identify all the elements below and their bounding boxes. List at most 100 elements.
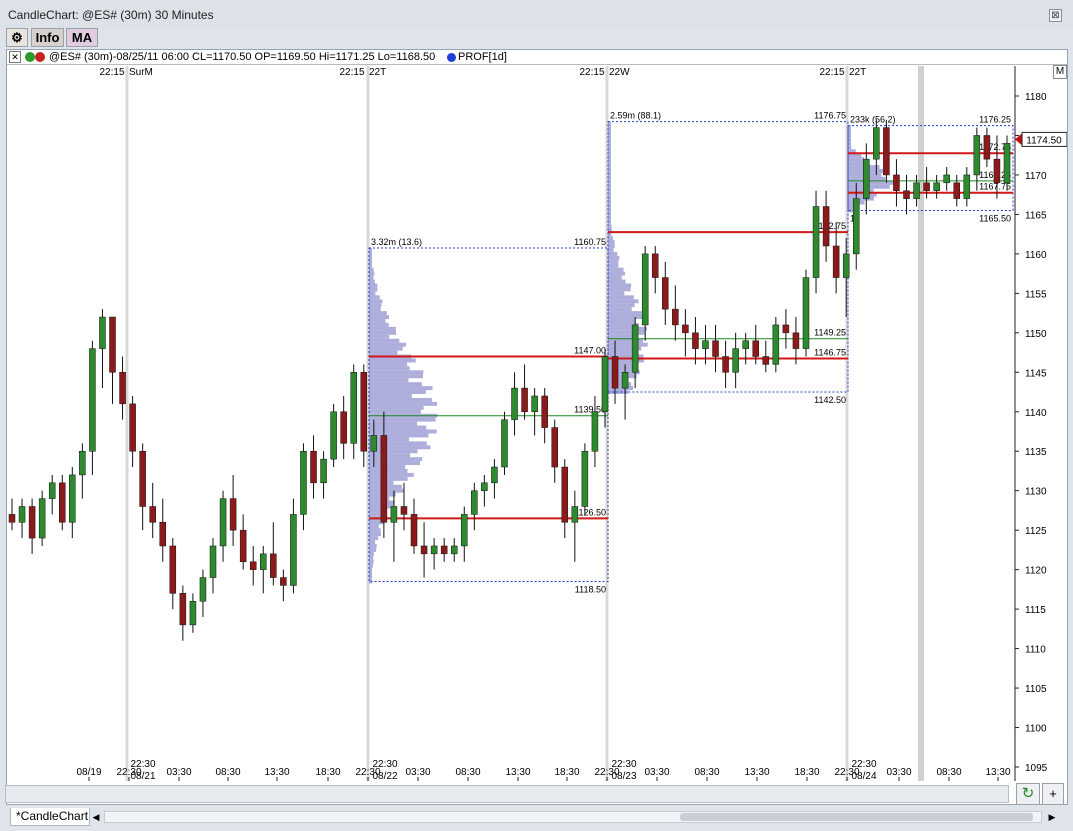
profile-bar [369, 287, 378, 292]
profile-bar [369, 358, 416, 363]
horizontal-scrollbar[interactable] [104, 811, 1042, 823]
profile-bar [369, 275, 374, 280]
candle-down [109, 316, 116, 373]
profile-bar [608, 334, 634, 339]
profile-bar [369, 299, 383, 304]
profile-bar [608, 326, 647, 331]
x-tick-label: 08/19 [76, 767, 101, 778]
candle-up [79, 450, 86, 476]
candle-down [983, 135, 991, 160]
profile-bar [369, 559, 374, 564]
profile-bar [369, 283, 378, 288]
candle-up [581, 450, 589, 507]
x-tick-label: 03:30 [886, 767, 911, 778]
profile-bar [369, 271, 375, 276]
session-time-label: 22:15 [579, 67, 604, 78]
candle-up [943, 174, 950, 184]
candle-up [430, 545, 438, 555]
profile-bar [369, 374, 423, 379]
x-tick-label: 13:30 [744, 767, 769, 778]
info-button[interactable]: Info [31, 28, 64, 47]
profile-bar [608, 291, 625, 296]
profile-bar [369, 390, 426, 395]
profile-poc-label: 1139.50 [574, 405, 606, 415]
profile-bar [608, 267, 624, 272]
candlestick-chart[interactable]: 1180117511701165116011551150114511401135… [7, 50, 1067, 783]
tab-bar: *CandleChart ◀ ▶ [0, 806, 1073, 831]
scroll-right-icon[interactable]: ▶ [1046, 810, 1058, 824]
profile-bar [608, 251, 618, 256]
settings-icon[interactable]: ⚙ [6, 28, 28, 47]
y-tick-label: 1115 [1025, 605, 1046, 616]
candle-down [169, 545, 177, 594]
candle-up [260, 553, 267, 570]
candle-up [742, 340, 749, 349]
profile-bar [608, 307, 632, 312]
candle-down [651, 253, 659, 278]
candle-down [179, 593, 187, 626]
scroll-left-icon[interactable]: ◀ [90, 810, 102, 824]
chart-navigator[interactable] [5, 785, 1009, 803]
window-close-button[interactable]: ⊠ [1049, 9, 1062, 22]
profile-bar [369, 429, 437, 434]
profile-bar [369, 555, 374, 560]
window-titlebar: CandleChart: @ES# (30m) 30 Minutes ⊠ [0, 0, 1073, 28]
profile-bar [608, 247, 614, 252]
profile-bar [369, 468, 408, 473]
candle-down [440, 545, 448, 555]
candle-up [450, 545, 458, 555]
profile-bar [369, 307, 381, 312]
candle-up [852, 198, 860, 255]
profile-bar [369, 322, 389, 327]
chart-area[interactable]: 1180117511701165116011551150114511401135… [6, 49, 1068, 805]
profile-bar [369, 315, 389, 320]
candle-up [732, 348, 739, 373]
profile-poc-label: 1149.25 [814, 328, 846, 338]
candle-up [631, 324, 639, 373]
profile-bar [369, 378, 409, 383]
candle-down [822, 206, 830, 247]
profile-study-icon [447, 53, 456, 62]
candle-up [330, 411, 337, 460]
candle-down [149, 506, 156, 523]
profile-bar [608, 271, 626, 276]
scale-mode-button[interactable]: M [1053, 65, 1067, 79]
candle-up [913, 182, 920, 199]
ma-button[interactable]: MA [66, 28, 98, 47]
candle-down [561, 466, 569, 523]
candle-up [511, 387, 518, 420]
x-tick-label: 18:30 [554, 767, 579, 778]
x-tick-label: 13:30 [264, 767, 289, 778]
y-tick-label: 1135 [1025, 447, 1047, 458]
profile-bar [608, 244, 615, 248]
profile-bar [608, 275, 622, 280]
profile-bar [369, 547, 377, 552]
scrollbar-thumb[interactable] [680, 813, 1033, 821]
session-date-label: 08/22 [372, 771, 397, 782]
refresh-icon[interactable]: ↻ [1016, 783, 1040, 805]
profile-bar [608, 350, 634, 355]
profile-bar [369, 425, 427, 430]
x-tick-label: 13:30 [505, 767, 530, 778]
info-close-icon[interactable]: ✕ [9, 51, 21, 63]
profile-bar [369, 524, 379, 529]
candle-down [953, 182, 960, 199]
profile-bar [369, 382, 422, 387]
candle-up [963, 174, 971, 199]
candle-down [692, 332, 699, 349]
tab-candlechart[interactable]: *CandleChart [10, 808, 90, 826]
session-day-label: 22T [369, 67, 386, 78]
candle-up [290, 514, 297, 586]
add-chart-button[interactable]: + [1042, 783, 1064, 805]
profile-study-label[interactable]: PROF[1d] [458, 50, 507, 64]
candle-up [199, 577, 207, 602]
candle-up [38, 498, 46, 539]
candle-down [159, 522, 167, 547]
profile-bar [608, 303, 635, 308]
profile-bar [369, 536, 379, 541]
x-tick-label: 18:30 [315, 767, 340, 778]
profile-volume-label: 233k (56.2) [850, 115, 896, 125]
candle-up [471, 490, 478, 515]
candle-down [993, 158, 1001, 184]
candle-down [541, 395, 548, 428]
